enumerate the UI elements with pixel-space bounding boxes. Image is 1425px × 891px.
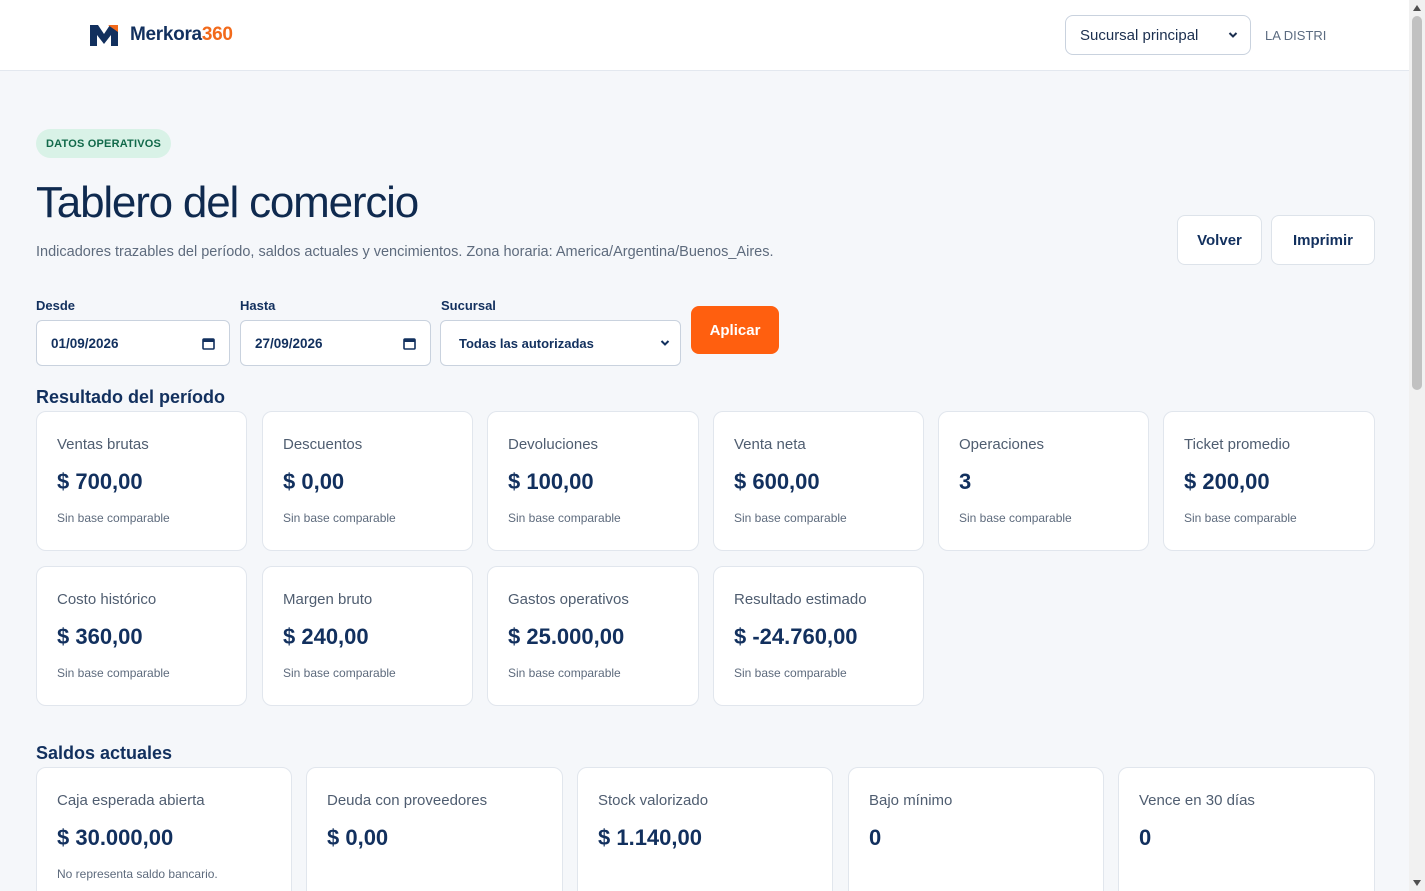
merkora-logo-icon — [90, 25, 118, 46]
metric-label: Costo histórico — [57, 591, 157, 608]
balance-note: No representa saldo bancario. — [57, 867, 218, 881]
balance-value: $ 1.140,00 — [598, 825, 702, 850]
branch-select[interactable]: Sucursal principal — [1065, 15, 1251, 55]
metric-label: Margen bruto — [283, 591, 373, 608]
metric-note: Sin base comparable — [508, 511, 621, 525]
metric-card: Ticket promedio $ 200,00 Sin base compar… — [1163, 411, 1375, 551]
page-subtitle: Indicadores trazables del período, saldo… — [36, 244, 774, 260]
metric-value: $ 360,00 — [57, 624, 143, 649]
period-section-title: Resultado del período — [36, 387, 226, 407]
branch-filter-select[interactable]: Todas las autorizadas — [440, 320, 681, 366]
user-name[interactable]: LA DISTRI — [1265, 28, 1326, 43]
scroll-thumb[interactable] — [1412, 16, 1422, 390]
balances-section-title: Saldos actuales — [36, 743, 173, 763]
to-date-input[interactable]: 27/09/2026 — [240, 320, 431, 366]
metric-label: Devoluciones — [508, 436, 599, 453]
balance-card: Vence en 30 días 0 — [1118, 767, 1375, 891]
metric-note: Sin base comparable — [734, 511, 847, 525]
print-button[interactable]: Imprimir — [1271, 215, 1375, 265]
balance-value: 0 — [1139, 825, 1152, 850]
brand-logo[interactable]: Merkora360 — [88, 22, 233, 48]
from-date-value: 01/09/2026 — [51, 335, 119, 351]
branch-filter-label: Sucursal — [441, 298, 496, 313]
balance-card: Caja esperada abierta $ 30.000,00 No rep… — [36, 767, 292, 891]
balance-value: $ 0,00 — [327, 825, 389, 850]
status-badge: DATOS OPERATIVOS — [36, 129, 172, 158]
metric-value: $ 240,00 — [283, 624, 369, 649]
from-date-input[interactable]: 01/09/2026 — [36, 320, 230, 366]
balance-label: Deuda con proveedores — [327, 792, 488, 809]
metric-value: $ 100,00 — [508, 469, 594, 494]
metric-value: $ 600,00 — [734, 469, 820, 494]
top-bar: Merkora360 Sucursal principal LA DISTRI — [0, 0, 1409, 71]
metric-label: Ventas brutas — [57, 436, 149, 453]
metric-value: $ 700,00 — [57, 469, 143, 494]
balance-card: Stock valorizado $ 1.140,00 — [577, 767, 833, 891]
page-title: Tablero del comercio — [36, 178, 419, 227]
metric-card: Gastos operativos $ 25.000,00 Sin base c… — [487, 566, 699, 706]
metric-card: Venta neta $ 600,00 Sin base comparable — [713, 411, 924, 551]
calendar-icon[interactable] — [202, 337, 215, 350]
metric-card: Operaciones 3 Sin base comparable — [938, 411, 1149, 551]
balance-label: Stock valorizado — [598, 792, 709, 809]
balance-label: Caja esperada abierta — [57, 792, 205, 809]
balance-card: Deuda con proveedores $ 0,00 — [306, 767, 563, 891]
branch-select-value: Sucursal principal — [1080, 26, 1199, 44]
metric-note: Sin base comparable — [959, 511, 1072, 525]
metric-card: Devoluciones $ 100,00 Sin base comparabl… — [487, 411, 699, 551]
metric-label: Resultado estimado — [734, 591, 867, 608]
metric-card: Resultado estimado $ -24.760,00 Sin base… — [713, 566, 924, 706]
chevron-down-icon — [660, 340, 670, 346]
apply-button[interactable]: Aplicar — [691, 306, 779, 354]
metric-note: Sin base comparable — [283, 666, 396, 680]
brand-name: Merkora360 — [130, 24, 233, 45]
metric-label: Operaciones — [959, 436, 1045, 453]
metric-label: Gastos operativos — [508, 591, 629, 608]
metric-value: $ -24.760,00 — [734, 624, 858, 649]
balance-value: 0 — [869, 825, 882, 850]
branch-filter-value: Todas las autorizadas — [459, 335, 594, 351]
metric-card: Costo histórico $ 360,00 Sin base compar… — [36, 566, 247, 706]
metric-note: Sin base comparable — [734, 666, 847, 680]
page-scrollbar[interactable] — [1409, 0, 1425, 891]
to-date-value: 27/09/2026 — [255, 335, 323, 351]
balance-label: Bajo mínimo — [869, 792, 953, 809]
balance-label: Vence en 30 días — [1139, 792, 1255, 809]
metric-label: Descuentos — [283, 436, 363, 453]
balance-value: $ 30.000,00 — [57, 825, 174, 850]
metric-note: Sin base comparable — [283, 511, 396, 525]
back-button[interactable]: Volver — [1177, 215, 1262, 265]
metric-label: Ticket promedio — [1184, 436, 1291, 453]
scroll-up-icon[interactable] — [1413, 5, 1421, 11]
metric-note: Sin base comparable — [57, 511, 170, 525]
metric-card: Ventas brutas $ 700,00 Sin base comparab… — [36, 411, 247, 551]
calendar-icon[interactable] — [403, 337, 416, 350]
from-date-label: Desde — [36, 298, 76, 313]
metric-value: $ 25.000,00 — [508, 624, 625, 649]
metric-note: Sin base comparable — [508, 666, 621, 680]
to-date-label: Hasta — [240, 298, 276, 313]
metric-card: Descuentos $ 0,00 Sin base comparable — [262, 411, 473, 551]
metric-note: Sin base comparable — [1184, 511, 1297, 525]
metric-value: $ 0,00 — [283, 469, 345, 494]
metric-card: Margen bruto $ 240,00 Sin base comparabl… — [262, 566, 473, 706]
balance-card: Bajo mínimo 0 — [848, 767, 1104, 891]
metric-value: 3 — [959, 469, 972, 494]
metric-label: Venta neta — [734, 436, 806, 453]
chevron-down-icon — [1228, 32, 1238, 38]
metric-value: $ 200,00 — [1184, 469, 1270, 494]
scroll-down-icon[interactable] — [1413, 880, 1421, 886]
metric-note: Sin base comparable — [57, 666, 170, 680]
